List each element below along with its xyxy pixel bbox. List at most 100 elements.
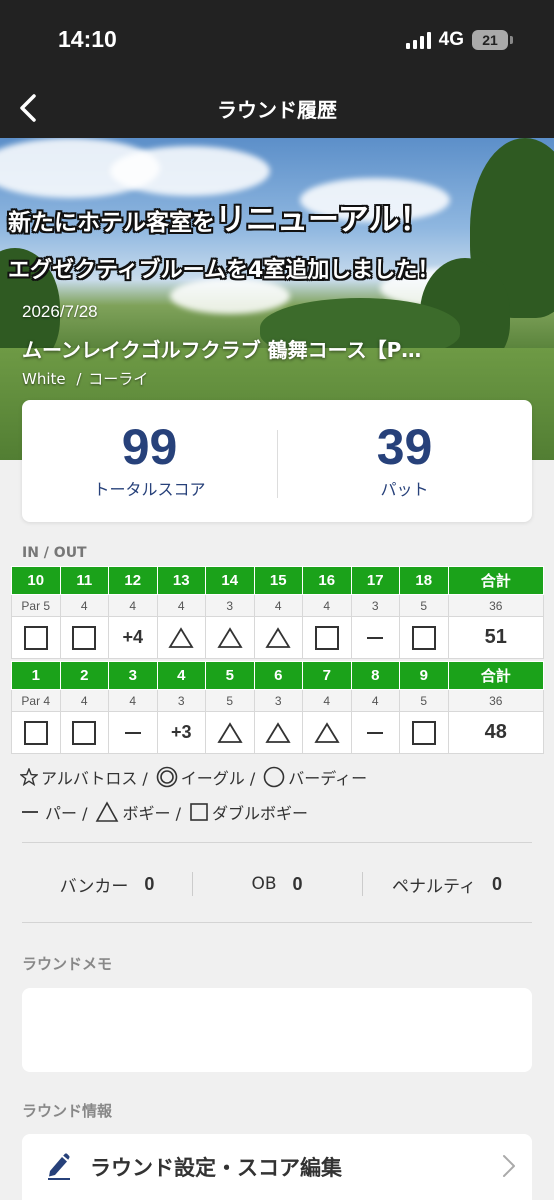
- bogey-mark: [217, 626, 243, 648]
- hole-number[interactable]: 14: [205, 566, 255, 595]
- hole-result[interactable]: [350, 711, 400, 754]
- hole-result[interactable]: [302, 616, 352, 659]
- hole-par: Par 4: [11, 689, 61, 712]
- putts-label: パット: [380, 480, 429, 499]
- memo-box: [22, 988, 532, 1072]
- putts-block: 39 パット: [277, 400, 532, 522]
- penalty-value: 0: [491, 873, 502, 894]
- hole-number[interactable]: 18: [399, 566, 449, 595]
- hole-result[interactable]: [11, 616, 61, 659]
- half-total: 48: [447, 711, 544, 754]
- hole-result[interactable]: [253, 711, 303, 754]
- hole-par: 3: [156, 689, 206, 712]
- scorecard-out: 1 2 3 4 5 6 7 8 9 合計 Par 4 4 4 3 5 3 4 4 5 36 +3 48: [11, 661, 544, 754]
- hole-result[interactable]: [302, 711, 352, 754]
- hole-par: 4: [108, 689, 158, 712]
- nav-bar: ラウンド履歴: [0, 80, 554, 138]
- hole-par: 4: [350, 689, 400, 712]
- round-info-section-label: ラウンド情報: [22, 1102, 113, 1120]
- round-settings-edit-button[interactable]: ラウンド設定・スコア編集: [22, 1134, 532, 1200]
- score-summary-card: 99 トータルスコア 39 パット: [22, 400, 532, 522]
- over-score-text: +3: [170, 722, 192, 742]
- round-settings-edit-label: ラウンド設定・スコア編集: [90, 1156, 342, 1180]
- signal-icon: [405, 31, 431, 49]
- result-row: +4 51: [11, 616, 544, 659]
- square-icon: [189, 802, 212, 822]
- hole-result[interactable]: [156, 616, 206, 659]
- hole-result[interactable]: +3: [156, 711, 206, 754]
- page-title: ラウンド履歴: [217, 98, 337, 122]
- legend-label: ボギー /: [122, 804, 181, 823]
- hole-result[interactable]: [205, 711, 255, 754]
- half-total: 51: [447, 616, 544, 659]
- chevron-right-icon: [503, 1155, 515, 1177]
- legend-item: ダブルボギー: [189, 800, 308, 824]
- triangle-icon: [95, 801, 122, 823]
- bogey-mark: [265, 626, 291, 648]
- hole-result[interactable]: +4: [108, 616, 158, 659]
- par-mark: [367, 732, 384, 735]
- hole-result[interactable]: [205, 616, 255, 659]
- tee-color: White: [22, 370, 66, 388]
- divider: [22, 922, 532, 923]
- round-stats: バンカー 0 OB 0 ペナルティ 0: [22, 862, 532, 906]
- hole-number[interactable]: 1: [11, 661, 61, 690]
- hole-number[interactable]: 13: [156, 566, 206, 595]
- ob-label: OB: [251, 874, 277, 894]
- hole-number[interactable]: 3: [108, 661, 158, 690]
- hole-par: 5: [399, 689, 449, 712]
- legend-item: ボギー /: [95, 800, 181, 824]
- round-date: 2026/7/28: [22, 302, 98, 321]
- hole-result[interactable]: [253, 616, 303, 659]
- hole-result[interactable]: [11, 711, 61, 754]
- legend-label: アルバトロス /: [41, 769, 148, 788]
- putts-value: 39: [376, 419, 433, 475]
- legend-label: バーディー: [288, 769, 368, 788]
- bunker-stat: バンカー 0: [22, 862, 192, 906]
- hole-result[interactable]: [399, 616, 449, 659]
- hole-par: 4: [302, 689, 352, 712]
- over-score-text: +4: [122, 627, 144, 647]
- hole-number[interactable]: 9: [399, 661, 449, 690]
- hole-number-row: 10 11 12 13 14 15 16 17 18 合計: [11, 566, 544, 595]
- hole-number[interactable]: 7: [302, 661, 352, 690]
- legend-item: イーグル /: [156, 765, 255, 789]
- hole-par: Par 5: [11, 594, 61, 617]
- hole-number[interactable]: 16: [302, 566, 352, 595]
- star-icon: [20, 768, 41, 786]
- legend-row-1: アルバトロス / イーグル / バーディー: [20, 765, 375, 789]
- hole-number[interactable]: 17: [350, 566, 400, 595]
- legend-item: アルバトロス /: [20, 765, 148, 789]
- hole-number[interactable]: 2: [59, 661, 109, 690]
- double-bogey-mark: [411, 720, 436, 745]
- hole-result[interactable]: [59, 616, 109, 659]
- double-bogey-mark: [411, 625, 436, 650]
- hole-number[interactable]: 4: [156, 661, 206, 690]
- hole-number[interactable]: 11: [59, 566, 109, 595]
- hole-number[interactable]: 12: [108, 566, 158, 595]
- hole-par: 4: [59, 594, 109, 617]
- hole-number[interactable]: 10: [11, 566, 61, 595]
- status-bar: 14:10 4G 21: [0, 0, 554, 80]
- ob-value: 0: [292, 873, 303, 894]
- double-bogey-mark: [72, 720, 97, 745]
- bogey-mark: [168, 626, 194, 648]
- double-circle-icon: [156, 766, 181, 788]
- circle-icon: [263, 766, 288, 788]
- hole-number[interactable]: 8: [350, 661, 400, 690]
- hole-result[interactable]: [350, 616, 400, 659]
- par-mark: [367, 637, 384, 640]
- penalty-label: ペナルティ: [392, 876, 476, 897]
- hole-number[interactable]: 5: [205, 661, 255, 690]
- hole-result[interactable]: [399, 711, 449, 754]
- scorecard-section-label: IN / OUT: [22, 545, 87, 561]
- hole-number[interactable]: 15: [253, 566, 303, 595]
- hole-result[interactable]: [108, 711, 158, 754]
- dash-icon: [20, 801, 45, 823]
- hole-result[interactable]: [59, 711, 109, 754]
- hole-par: 4: [156, 594, 206, 617]
- hole-number[interactable]: 6: [253, 661, 303, 690]
- double-bogey-mark: [314, 625, 339, 650]
- status-indicators: 4G 21: [405, 29, 513, 51]
- hole-par: 5: [205, 689, 255, 712]
